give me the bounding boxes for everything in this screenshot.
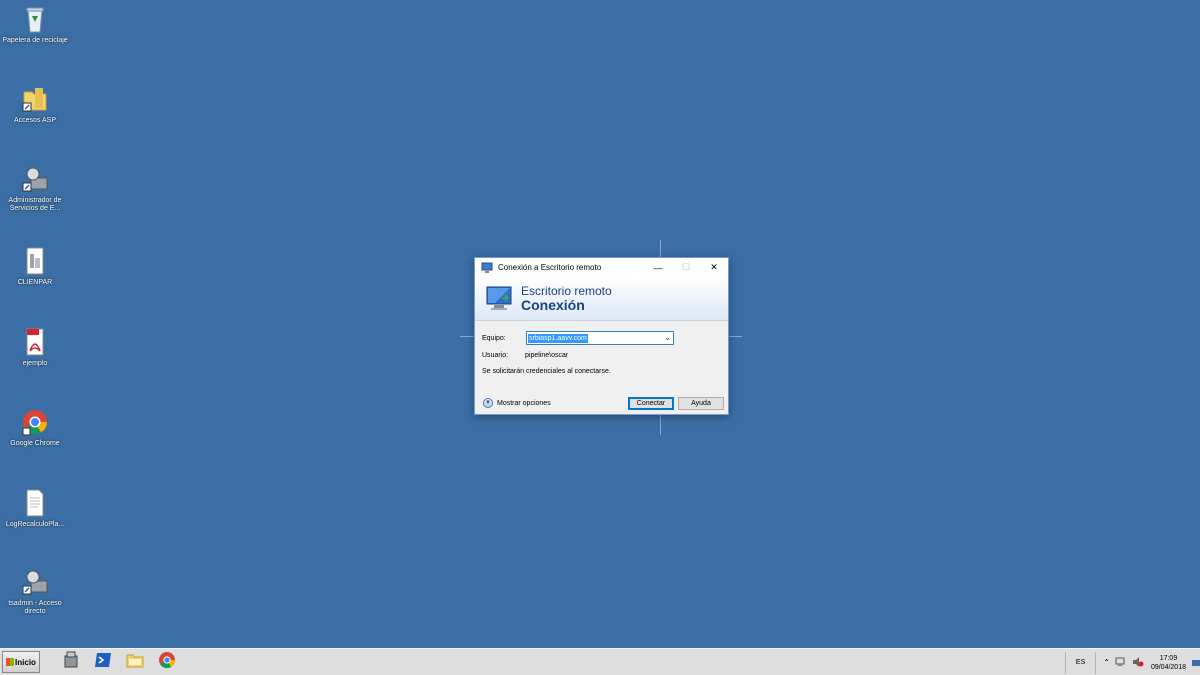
remote-desktop-dialog: Conexión a Escritorio remoto — ☐ ✕ Escri…: [474, 257, 729, 415]
desktop-icon-google-chrome[interactable]: Google Chrome: [0, 407, 70, 448]
remote-desktop-monitor-icon: [485, 284, 515, 314]
show-desktop-button[interactable]: [1192, 649, 1200, 675]
desktop-icon-label: Accesos ASP: [13, 117, 57, 124]
taskbar-powershell[interactable]: [88, 650, 118, 674]
show-hidden-icons-icon[interactable]: ⌃: [1103, 658, 1110, 667]
usuario-label: Usuario:: [482, 352, 509, 359]
network-icon[interactable]: [1115, 657, 1127, 669]
dialog-titlebar[interactable]: Conexión a Escritorio remoto — ☐ ✕: [475, 258, 728, 277]
usuario-value: pipeline\oscar: [525, 352, 569, 359]
clock[interactable]: 17:09 09/04/2018: [1151, 654, 1186, 672]
credentials-note: Se solicitarán credenciales al conectars…: [482, 368, 611, 375]
taskbar: Inicio ES ⌃ 17:09 09/04/2018: [0, 648, 1200, 675]
desktop-icon-label: CLIENPAR: [17, 279, 53, 286]
minimize-button[interactable]: —: [644, 258, 672, 277]
taskbar-file-explorer[interactable]: [120, 650, 150, 674]
taskbar-server-manager[interactable]: [56, 650, 86, 674]
server-admin-icon: [20, 567, 50, 597]
equipo-value[interactable]: srbiasp1.aavv.com: [528, 333, 588, 343]
show-options-label[interactable]: Mostrar opciones: [497, 400, 551, 407]
banner-title: Escritorio remoto: [521, 283, 612, 298]
connect-button[interactable]: Conectar: [628, 397, 674, 410]
taskbar-chrome[interactable]: [152, 650, 182, 674]
desktop-icon-tsadmin[interactable]: tsadmin - Acceso directo: [0, 567, 70, 616]
clock-time: 17:09: [1159, 654, 1178, 662]
chrome-icon: [157, 650, 177, 675]
pdf-icon: [20, 327, 50, 357]
desktop-icon-label: LogRecalculoPla...: [5, 521, 65, 528]
dialog-banner: Escritorio remoto Conexión: [475, 277, 728, 321]
server-admin-icon: [20, 164, 50, 194]
desktop-icon-label: Google Chrome: [10, 440, 60, 447]
windows-logo-icon: [6, 658, 15, 666]
clock-date: 09/04/2018: [1150, 663, 1186, 671]
folder-shortcut-icon: [20, 84, 50, 114]
notification-icon: [1192, 659, 1200, 666]
banner-text: Escritorio remoto Conexión: [521, 283, 612, 313]
help-button[interactable]: Ayuda: [678, 397, 724, 410]
close-button[interactable]: ✕: [700, 258, 728, 277]
show-options-toggle[interactable]: ▼ Mostrar opciones: [483, 398, 551, 408]
volume-muted-icon[interactable]: [1132, 656, 1144, 669]
desktop-icon-accesos-asp[interactable]: Accesos ASP: [0, 84, 70, 125]
file-explorer-icon: [125, 650, 145, 675]
recycle-bin-icon: [20, 4, 50, 34]
desktop-icon-label: Administrador de Servicios de E...: [8, 197, 62, 212]
desktop-icon-server-admin[interactable]: Administrador de Servicios de E...: [0, 164, 70, 213]
tray-separator: [1095, 651, 1097, 674]
remote-desktop-icon: [481, 262, 493, 274]
desktop-icon-label: tsadmin - Acceso directo: [8, 600, 62, 615]
expand-chevron-icon[interactable]: ▼: [483, 398, 493, 408]
equipo-label: Equipo:: [482, 335, 506, 342]
desktop-icon-clienpar[interactable]: CLIENPAR: [0, 246, 70, 287]
desktop-icon-recycle-bin[interactable]: Papelera de reciclaje: [0, 4, 70, 45]
desktop-icon-label: ejemplo: [22, 360, 48, 367]
system-tray: ES ⌃ 17:09 09/04/2018: [1061, 649, 1200, 675]
language-indicator[interactable]: ES: [1076, 659, 1085, 666]
text-file-icon: [20, 488, 50, 518]
chevron-down-icon[interactable]: ⌄: [664, 333, 671, 342]
document-icon: [20, 246, 50, 276]
start-label: Inicio: [15, 657, 36, 667]
desktop-icon-label: Papelera de reciclaje: [2, 37, 68, 44]
powershell-icon: [93, 650, 113, 675]
server-manager-icon: [61, 650, 81, 675]
dialog-title: Conexión a Escritorio remoto: [498, 263, 602, 272]
equipo-combobox[interactable]: srbiasp1.aavv.com ⌄: [526, 331, 674, 345]
desktop-icon-log-recalculo[interactable]: LogRecalculoPla...: [0, 488, 70, 529]
start-button[interactable]: Inicio: [2, 651, 40, 673]
dialog-form: Equipo: srbiasp1.aavv.com ⌄ Usuario: pip…: [475, 321, 728, 415]
tray-separator: [1064, 651, 1066, 674]
chrome-icon: [20, 407, 50, 437]
maximize-button: ☐: [681, 262, 691, 272]
desktop-icon-ejemplo[interactable]: ejemplo: [0, 327, 70, 368]
banner-subtitle: Conexión: [521, 296, 585, 313]
